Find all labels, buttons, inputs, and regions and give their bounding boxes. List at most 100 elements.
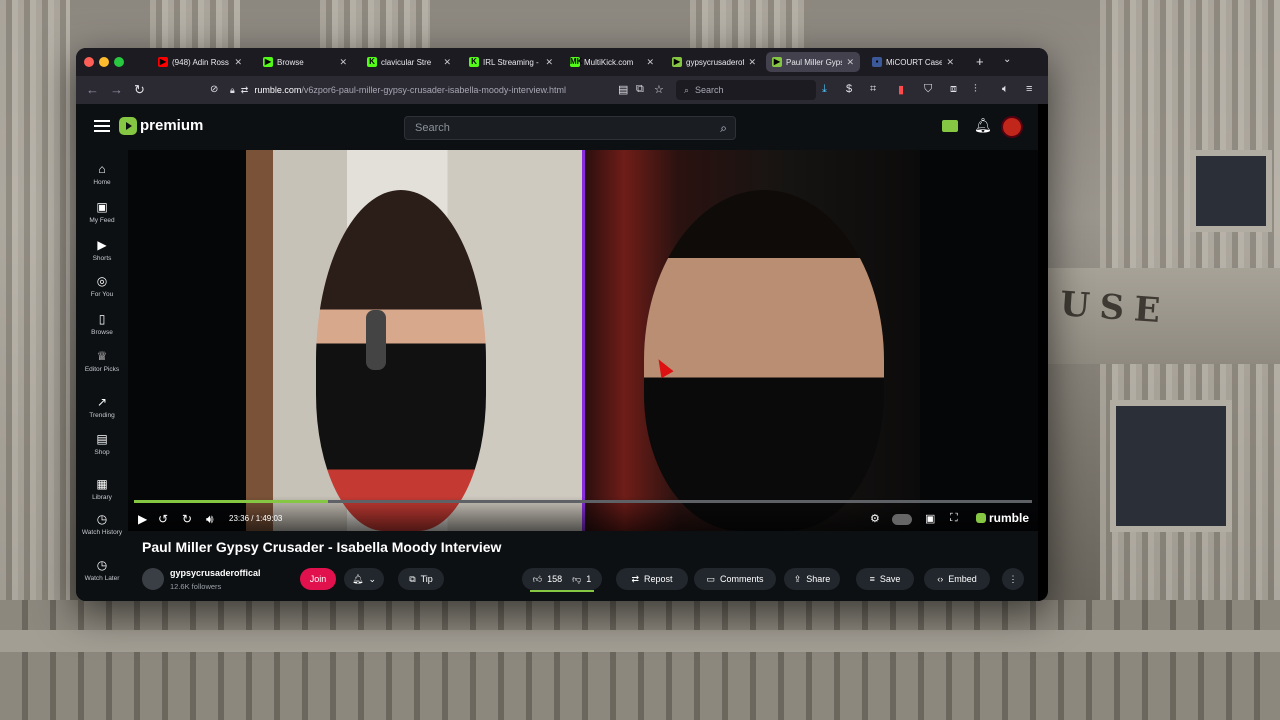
close-tab-icon[interactable]: ✕ bbox=[443, 57, 451, 68]
menu-icon[interactable]: ≡ bbox=[1026, 83, 1032, 95]
save-button[interactable]: ≡ Save bbox=[856, 568, 914, 590]
close-tab-icon[interactable]: ✕ bbox=[846, 57, 854, 68]
sidebar-item-icon: ▦ bbox=[96, 477, 108, 491]
video-title: Paul Miller Gypsy Crusader - Isabella Mo… bbox=[142, 539, 502, 555]
user-avatar[interactable] bbox=[1001, 116, 1023, 138]
reload-icon[interactable]: ↻ bbox=[134, 82, 145, 98]
site-search-input[interactable]: Search ⌕ bbox=[404, 116, 736, 140]
rating-buttons[interactable]: 👍︎ 158 👎︎ 1 bbox=[522, 568, 602, 592]
browser-search-field[interactable]: ⌕ Search bbox=[676, 80, 816, 100]
close-tab-icon[interactable]: ✕ bbox=[748, 57, 756, 68]
close-window-button[interactable] bbox=[84, 57, 94, 67]
fullscreen-icon[interactable]: ⛶ bbox=[950, 512, 958, 525]
tab-title: MultiKick.com bbox=[584, 57, 634, 67]
channel-name[interactable]: gypsycrusaderoffical bbox=[170, 568, 261, 578]
minimize-window-button[interactable] bbox=[99, 57, 109, 67]
like-ratio-bar bbox=[530, 590, 594, 592]
sidebar-item-label: My Feed bbox=[89, 217, 115, 224]
bookmark-star-icon[interactable]: ☆ bbox=[654, 83, 664, 96]
notification-bell-button[interactable]: 🔔︎ ⌄ bbox=[344, 568, 384, 590]
play-icon[interactable]: ▶ bbox=[138, 512, 147, 526]
extension-icon[interactable]: $ bbox=[846, 83, 852, 95]
rewind-icon[interactable]: ↺ bbox=[158, 512, 168, 526]
embed-button[interactable]: ‹› Embed bbox=[924, 568, 990, 590]
comments-button[interactable]: ▭ Comments bbox=[694, 568, 776, 590]
browser-tab[interactable]: K IRL Streaming - Li ✕ bbox=[463, 52, 559, 72]
sidebar-item-label: Watch Later bbox=[84, 575, 120, 582]
notifications-bell-icon[interactable]: 🔔︎ bbox=[974, 117, 992, 134]
browser-window: ▶(948) Adin Ross Fl✕ ▶Browse✕ Kclavicular … bbox=[76, 48, 1048, 601]
forward-icon[interactable]: → bbox=[110, 82, 123, 97]
sidebar-item-label: For You bbox=[90, 291, 114, 298]
tracking-protection-icon[interactable]: ⊘ bbox=[210, 84, 218, 95]
share-button[interactable]: ⇪ Share bbox=[784, 568, 840, 590]
thumbs-up-icon[interactable]: 👍︎ bbox=[533, 574, 542, 585]
sidebar-item[interactable]: ◷ Watch Later bbox=[76, 558, 128, 583]
browser-tab[interactable]: ▶ Paul Miller Gypsy ✕ bbox=[766, 52, 860, 72]
back-icon[interactable]: ← bbox=[86, 82, 99, 97]
sidebar-item[interactable]: ▦ Library bbox=[76, 477, 128, 502]
close-tab-icon[interactable]: ✕ bbox=[339, 57, 347, 68]
close-tab-icon[interactable]: ✕ bbox=[646, 57, 654, 68]
forward-skip-icon[interactable]: ↻ bbox=[182, 512, 192, 526]
close-tab-icon[interactable]: ✕ bbox=[234, 57, 242, 68]
sidebar-item[interactable]: ◎ For You bbox=[76, 274, 128, 299]
extension-badge-icon[interactable]: ▮ bbox=[898, 83, 904, 96]
sidebar-item[interactable]: ↗ Trending bbox=[76, 395, 128, 420]
browser-tab[interactable]: MK MultiKick.com ✕ bbox=[564, 52, 660, 72]
sidebar-item[interactable]: ▤ Shop bbox=[76, 432, 128, 457]
rumble-player-logo[interactable]: rumble bbox=[976, 511, 1029, 525]
close-tab-icon[interactable]: ✕ bbox=[545, 57, 553, 68]
tip-button[interactable]: ⧉ Tip bbox=[398, 568, 444, 590]
crop-icon[interactable]: ⌗ bbox=[870, 83, 876, 96]
new-tab-icon[interactable]: + bbox=[976, 54, 984, 69]
permissions-icon[interactable]: ⇄ bbox=[241, 85, 249, 96]
join-button[interactable]: Join bbox=[300, 568, 336, 590]
tab-title: MiCOURT Case Se bbox=[886, 57, 943, 67]
downloads-icon[interactable]: ⤓ bbox=[822, 83, 827, 96]
volume-icon[interactable]: 🔊︎ bbox=[206, 512, 214, 527]
tab-title: IRL Streaming - Li bbox=[483, 57, 542, 67]
site-logo-text[interactable]: premium bbox=[140, 117, 203, 134]
sidebar-item-label: Home bbox=[93, 179, 111, 186]
sidebar-item[interactable]: ♕ Editor Picks bbox=[76, 349, 128, 374]
reader-view-icon[interactable]: ▤ bbox=[618, 83, 628, 96]
guest-figure bbox=[316, 190, 486, 531]
browser-tab[interactable]: Kclavicular Stre ✕ bbox=[361, 52, 457, 72]
browser-tab[interactable]: ▶ Browse ✕ bbox=[257, 52, 353, 72]
rumble-mark-icon bbox=[976, 513, 986, 523]
sidebar-item[interactable]: ▣ My Feed bbox=[76, 200, 128, 225]
browser-tab[interactable]: ▶ gypsycrusaderoff ✕ bbox=[666, 52, 762, 72]
video-player[interactable]: ▶ ↺ ↻ 🔊︎ 23:36 / 1:49:03 ⚙ ▣ ⛶ rumble bbox=[128, 150, 1038, 531]
autoplay-toggle[interactable] bbox=[892, 514, 912, 525]
more-options-button[interactable]: ⋮ bbox=[1002, 568, 1024, 590]
hamburger-menu-icon[interactable] bbox=[94, 120, 110, 132]
upload-video-icon[interactable] bbox=[942, 120, 958, 132]
video-frame[interactable] bbox=[246, 150, 920, 531]
sidebar-item[interactable]: ◷ Watch History bbox=[76, 512, 128, 537]
extensions-puzzle-icon[interactable]: ⧈ bbox=[950, 83, 957, 96]
sidebar-item[interactable]: ▯ Browse bbox=[76, 312, 128, 337]
search-icon[interactable]: ⌕ bbox=[720, 121, 727, 136]
screenshot-icon[interactable]: ⧉ bbox=[636, 83, 644, 96]
settings-gear-icon[interactable]: ⚙ bbox=[870, 512, 880, 525]
channel-avatar[interactable] bbox=[142, 568, 164, 590]
maximize-window-button[interactable] bbox=[114, 57, 124, 67]
close-tab-icon[interactable]: ✕ bbox=[946, 57, 954, 68]
sidebar-item[interactable]: ⌂ Home bbox=[76, 162, 128, 187]
thumbs-down-icon[interactable]: 👎︎ bbox=[572, 574, 581, 585]
browser-tab[interactable]: ▪ MiCOURT Case Se✕ bbox=[866, 52, 960, 72]
repost-button[interactable]: ⇄ Repost bbox=[616, 568, 688, 590]
sidebar-item[interactable]: ▶ Shorts bbox=[76, 238, 128, 263]
tab-list-chevron-icon[interactable]: ⌄ bbox=[1003, 54, 1011, 65]
building-ledge bbox=[0, 630, 1280, 652]
browser-tab[interactable]: ▶ (948) Adin Ross Fl ✕ bbox=[152, 52, 248, 72]
speaker-icon[interactable]: 🔈︎ bbox=[1002, 83, 1009, 96]
theater-mode-icon[interactable]: ▣ bbox=[925, 512, 935, 525]
microphone bbox=[366, 310, 386, 370]
rumble-logo-icon[interactable] bbox=[119, 117, 137, 135]
sidebar-item-label: Watch History bbox=[81, 529, 123, 536]
sliders-icon[interactable]: ⫶ bbox=[974, 83, 977, 96]
progress-bar[interactable] bbox=[134, 500, 1032, 503]
shield-icon[interactable]: ⛉ bbox=[924, 83, 932, 96]
